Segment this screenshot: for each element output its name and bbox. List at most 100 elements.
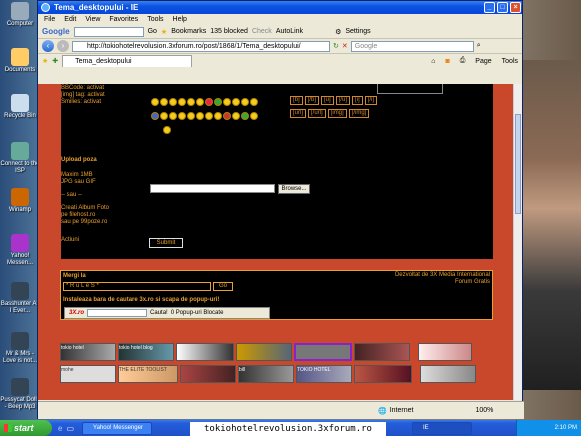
zoom-level[interactable]: 100% (475, 407, 493, 414)
smiley-icon[interactable] (205, 98, 213, 106)
bb-b-open-button[interactable]: [b] (290, 96, 303, 105)
menu-favorites[interactable]: Favorites (109, 16, 138, 23)
quicklaunch-ie-icon[interactable]: e (58, 424, 62, 433)
search-input[interactable]: Google (350, 40, 474, 52)
banner-image[interactable] (418, 343, 472, 361)
forward-button[interactable]: › (57, 40, 69, 52)
google-go-button[interactable]: Go (148, 28, 157, 35)
banner-image[interactable] (236, 343, 292, 361)
smiley-icon[interactable] (178, 98, 186, 106)
album-link-3[interactable]: sau pe 99poze.ro (61, 219, 109, 226)
smiley-icon[interactable] (160, 98, 168, 106)
search-icon[interactable]: ⌕ (477, 42, 481, 50)
banner-image[interactable] (354, 343, 410, 361)
smiley-icon[interactable] (250, 112, 258, 120)
banner-image[interactable]: mohe (60, 365, 116, 383)
jump-go-button[interactable]: Go (213, 282, 233, 291)
banner-image[interactable] (294, 343, 352, 361)
popup-blocked-button[interactable]: 135 blocked (210, 28, 248, 35)
banner-image[interactable]: tokio hotel (60, 343, 116, 361)
print-icon[interactable]: ⎙ (460, 57, 466, 65)
banner-image[interactable] (180, 365, 236, 383)
smiley-icon[interactable] (169, 98, 177, 106)
smiley-icon[interactable] (196, 112, 204, 120)
menu-edit[interactable]: Edit (64, 16, 76, 23)
google-search-input[interactable] (73, 26, 144, 37)
smiley-icon[interactable] (187, 98, 195, 106)
vertical-scrollbar[interactable] (513, 84, 522, 400)
desktop-icon-pussycat[interactable]: Pussycat Dolls - Beep Mp3 (0, 378, 40, 411)
bookmarks-button[interactable]: Bookmarks (171, 28, 206, 35)
smiley-icon[interactable] (187, 112, 195, 120)
add-favorite-icon[interactable]: ✚ (52, 57, 58, 65)
taskbar-yahoo-button[interactable]: Yahoo! Messenger (82, 421, 153, 435)
smiley-icon[interactable] (214, 98, 222, 106)
banner-image[interactable]: tokio hotel blog (118, 343, 174, 361)
album-link-2[interactable]: pe filehost.ro (61, 212, 109, 219)
album-link-1[interactable]: Creati Album Foto (61, 205, 109, 212)
favorites-star-icon[interactable]: ★ (42, 57, 48, 65)
promo-text[interactable]: Instaleaza bara de cautare 3x.ro si scap… (63, 297, 219, 304)
settings-button[interactable]: Settings (345, 28, 370, 35)
quicklaunch-desktop-icon[interactable]: ▭ (66, 424, 74, 433)
bb-img-open-button[interactable]: [img] (327, 109, 347, 118)
spellcheck-button[interactable]: Check (252, 28, 272, 35)
tools-menu[interactable]: Tools (502, 58, 518, 65)
desktop-icon-mrmrs[interactable]: Mr & Mrs - Love is not... (0, 332, 40, 365)
smiley-icon[interactable] (232, 112, 240, 120)
gear-icon[interactable]: ⚙ (335, 28, 341, 36)
smiley-icon[interactable] (196, 98, 204, 106)
bb-u-open-button[interactable]: [u] (321, 96, 334, 105)
page-menu[interactable]: Page (475, 58, 491, 65)
desktop-icon-documents[interactable]: Documents (0, 48, 40, 74)
taskbar-ie-button[interactable]: IE (412, 421, 473, 435)
tab-tema-desktopului[interactable]: Tema_desktopului (62, 55, 193, 67)
submit-button[interactable]: Submit (149, 238, 183, 248)
smiley-icon[interactable] (223, 98, 231, 106)
bb-url-open-button[interactable]: [url] (290, 109, 307, 118)
smiley-icon[interactable] (163, 126, 171, 134)
menu-help[interactable]: Help (173, 16, 187, 23)
smiley-icon[interactable] (160, 112, 168, 120)
browse-button[interactable]: Browse... (278, 184, 310, 194)
3x-search-button[interactable]: Cauta! (150, 310, 168, 316)
menu-tools[interactable]: Tools (147, 16, 163, 23)
banner-image[interactable]: THE ELITE TOOLIST (118, 365, 178, 383)
minimize-button[interactable]: _ (484, 2, 495, 13)
smiley-icon[interactable] (223, 112, 231, 120)
star-icon[interactable]: ★ (161, 28, 167, 36)
file-upload-input[interactable] (150, 184, 275, 193)
smiley-icon[interactable] (178, 112, 186, 120)
banner-image[interactable] (420, 365, 476, 383)
desktop-icon-computer[interactable]: Computer (0, 2, 40, 28)
smiley-icon[interactable] (241, 112, 249, 120)
close-button[interactable]: × (510, 2, 521, 13)
smiley-icon[interactable] (151, 112, 159, 120)
title-bar[interactable]: Tema_desktopului - IE _ □ × (38, 1, 522, 14)
bb-u-close-button[interactable]: [/u] (335, 96, 351, 105)
feeds-icon[interactable]: ◙ (445, 58, 449, 65)
bb-b-close-button[interactable]: [/b] (304, 96, 320, 105)
jump-to-select[interactable]: * R u L e S * (63, 282, 211, 291)
banner-image[interactable]: TOKIO HOTEL (296, 365, 352, 383)
forum-gratis-link[interactable]: Forum Gratis (395, 279, 490, 286)
scrollbar-thumb[interactable] (515, 114, 521, 214)
smiley-icon[interactable] (250, 98, 258, 106)
start-button[interactable]: start (0, 420, 52, 436)
3x-search-input[interactable] (87, 309, 148, 317)
refresh-icon[interactable]: ↻ (333, 42, 339, 50)
desktop-icon-recycle[interactable]: Recycle Bin (0, 94, 40, 120)
stop-icon[interactable]: ✕ (342, 42, 348, 50)
message-textarea-edge[interactable] (377, 84, 443, 94)
smiley-icon[interactable] (205, 112, 213, 120)
desktop-icon-yahoo[interactable]: Yahoo! Messen... (0, 234, 40, 267)
bb-i-close-button[interactable]: [/i] (364, 96, 378, 105)
address-input[interactable]: http://tokiohotelrevolusion.3xforum.ro/p… (72, 40, 330, 52)
maximize-button[interactable]: □ (497, 2, 508, 13)
bb-img-close-button[interactable]: [/img] (348, 109, 370, 118)
desktop-icon-connect[interactable]: Connect to the ISP (0, 142, 40, 175)
developer-link[interactable]: Dezvoltat de 3X Media International (395, 272, 490, 279)
clock[interactable]: 2:10 PM (555, 425, 577, 431)
banner-image[interactable]: bill (238, 365, 294, 383)
banner-image[interactable] (176, 343, 234, 361)
